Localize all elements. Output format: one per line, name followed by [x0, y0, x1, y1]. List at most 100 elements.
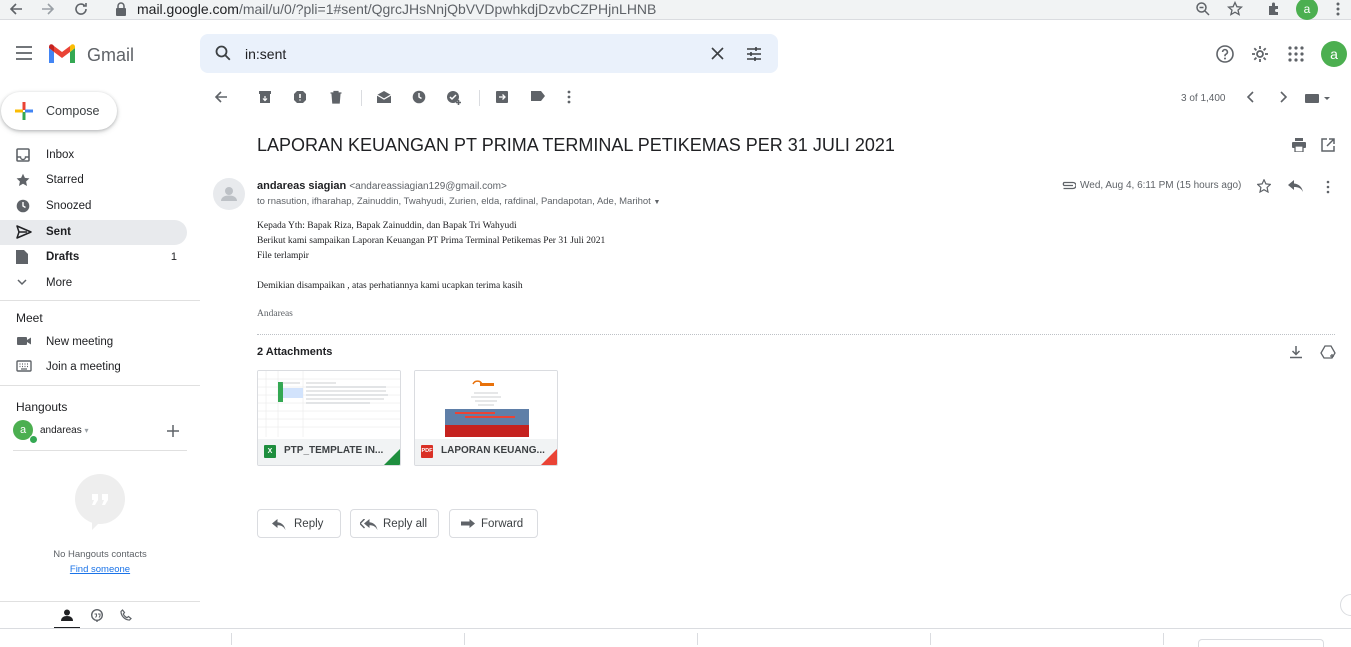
recipients-line[interactable]: to rnasution, ifharahap, Zainuddin, Twah…	[257, 196, 660, 207]
clear-search-icon[interactable]	[711, 47, 724, 60]
download-all-icon[interactable]	[1289, 345, 1303, 359]
compose-plus-icon	[14, 101, 34, 121]
reply-all-label: Reply all	[383, 518, 428, 530]
strip-divider	[464, 633, 465, 645]
zoom-icon[interactable]	[1195, 1, 1211, 17]
sidebar-divider	[0, 385, 200, 386]
lock-icon[interactable]	[115, 2, 127, 16]
settings-gear-icon[interactable]	[1251, 45, 1269, 63]
attachment-card-spreadsheet[interactable]: X PTP_TEMPLATE IN...	[257, 370, 401, 466]
gmail-logo-icon[interactable]	[47, 43, 77, 65]
email-body: Kepada Yth: Bapak Riza, Bapak Zainuddin,…	[257, 219, 605, 294]
mark-as-unread-icon[interactable]	[376, 90, 392, 106]
extensions-icon[interactable]	[1266, 1, 1282, 17]
find-someone-link[interactable]: Find someone	[0, 564, 200, 575]
browser-address-bar: mail.google.com/mail/u/0/?pli=1#sent/Qgr…	[0, 0, 1351, 20]
join-meeting-item[interactable]: Join a meeting	[0, 355, 187, 380]
older-chevron-right-icon[interactable]	[1278, 90, 1294, 106]
reply-arrow-icon[interactable]	[1288, 180, 1304, 192]
side-panel-toggle[interactable]	[1340, 594, 1351, 616]
bookmark-star-icon[interactable]	[1227, 1, 1243, 17]
attachment-name-bar: X PTP_TEMPLATE IN...	[258, 439, 400, 465]
attachment-card-pdf[interactable]: PDF LAPORAN KEUANG...	[414, 370, 558, 466]
reply-button[interactable]: Reply	[257, 509, 341, 538]
reload-icon[interactable]	[73, 1, 89, 17]
add-hangout-plus-icon[interactable]	[167, 425, 179, 437]
toolbar-divider	[361, 90, 362, 106]
hangouts-bottom-tabs	[0, 601, 200, 629]
caret-down-icon: ▾	[84, 426, 89, 435]
sidebar-item-inbox[interactable]: Inbox	[0, 143, 187, 168]
back-to-sent-icon[interactable]	[214, 90, 230, 106]
more-actions-icon[interactable]	[566, 90, 582, 106]
contacts-tab[interactable]	[54, 602, 80, 629]
url-text[interactable]: mail.google.com/mail/u/0/?pli=1#sent/Qgr…	[137, 1, 656, 17]
sidebar-item-label: Starred	[46, 174, 84, 186]
attachments-divider	[257, 334, 1335, 335]
apps-grid-icon[interactable]	[1288, 46, 1304, 62]
star-email-icon[interactable]	[1257, 179, 1271, 193]
forward-button[interactable]: Forward	[449, 509, 538, 538]
compose-button[interactable]: Compose	[1, 92, 117, 130]
show-details-caret-icon[interactable]: ▼	[653, 199, 660, 206]
print-icon[interactable]	[1291, 138, 1307, 152]
email-signature: Andareas	[257, 309, 293, 319]
account-avatar[interactable]: a	[1321, 41, 1347, 67]
phone-icon[interactable]	[120, 609, 132, 621]
forward-icon	[461, 519, 475, 530]
video-camera-icon	[16, 335, 32, 351]
attachment-paperclip-icon	[1060, 181, 1076, 190]
attachment-name-bar: PDF LAPORAN KEUANG...	[415, 439, 557, 465]
strip-divider	[231, 633, 232, 645]
sidebar-item-label: More	[46, 277, 73, 289]
input-tools-keyboard-icon[interactable]	[1305, 92, 1330, 108]
file-type-corner	[384, 449, 400, 465]
archive-icon[interactable]	[258, 90, 274, 106]
conversations-icon[interactable]	[91, 609, 103, 622]
strip-tab[interactable]	[1198, 639, 1324, 647]
main-menu-icon[interactable]	[15, 46, 33, 60]
help-icon[interactable]	[1216, 45, 1234, 63]
reply-all-button[interactable]: Reply all	[350, 509, 439, 538]
newer-chevron-left-icon[interactable]	[1246, 90, 1262, 106]
sidebar-item-starred[interactable]: Starred	[0, 168, 187, 193]
search-options-icon[interactable]	[746, 46, 762, 62]
snooze-clock-icon[interactable]	[412, 90, 428, 106]
toolbar-divider	[479, 90, 480, 106]
browser-menu-icon[interactable]	[1332, 1, 1344, 17]
online-status-dot	[29, 435, 38, 444]
reply-label: Reply	[294, 518, 324, 530]
sender-avatar[interactable]	[213, 178, 245, 210]
save-to-drive-icon[interactable]	[1320, 345, 1336, 359]
search-bar[interactable]	[200, 34, 778, 73]
back-arrow-icon[interactable]	[8, 1, 24, 17]
message-more-options-icon[interactable]	[1325, 180, 1331, 194]
add-to-tasks-icon[interactable]	[446, 90, 462, 106]
drafts-count: 1	[170, 251, 177, 263]
sidebar-item-more[interactable]: More	[0, 271, 187, 296]
browser-profile-avatar[interactable]: a	[1296, 0, 1318, 20]
sidebar-item-sent[interactable]: Sent	[0, 220, 187, 245]
move-to-icon[interactable]	[495, 90, 511, 106]
gmail-wordmark: Gmail	[87, 45, 135, 65]
body-line: Berikut kami sampaikan Laporan Keuangan …	[257, 236, 606, 246]
search-icon[interactable]	[215, 45, 231, 61]
forward-arrow-icon[interactable]	[40, 1, 56, 17]
sidebar-item-label: Snoozed	[46, 200, 92, 212]
open-in-new-window-icon[interactable]	[1321, 138, 1335, 152]
report-spam-icon[interactable]	[293, 90, 309, 106]
label-tag-icon[interactable]	[530, 90, 546, 106]
delete-trash-icon[interactable]	[329, 90, 345, 106]
send-icon	[16, 225, 32, 241]
new-meeting-item[interactable]: New meeting	[0, 330, 187, 355]
body-line: File terlampir	[257, 251, 309, 261]
clock-icon	[16, 199, 32, 215]
sender-name[interactable]: andareas siagian	[257, 180, 346, 192]
sidebar-item-snoozed[interactable]: Snoozed	[0, 194, 187, 219]
reply-icon	[272, 519, 286, 530]
attachment-filename: PTP_TEMPLATE IN...	[284, 445, 384, 456]
search-input[interactable]	[245, 43, 685, 65]
sidebar-item-drafts[interactable]: Drafts 1	[0, 245, 187, 270]
bottom-strip	[0, 628, 1351, 647]
hangouts-user-name[interactable]: andareas ▾	[40, 425, 89, 436]
